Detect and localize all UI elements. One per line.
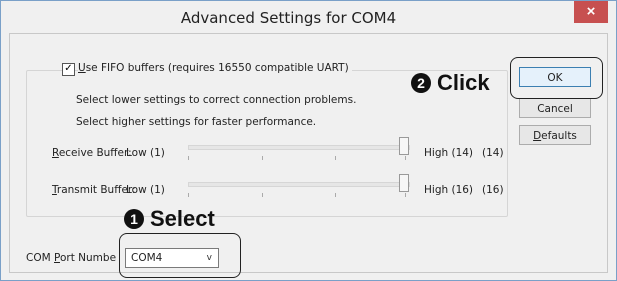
defaults-button[interactable]: Defaults bbox=[519, 125, 591, 145]
receive-tick bbox=[262, 156, 263, 160]
step-number-1: 1 bbox=[124, 209, 144, 229]
close-icon: × bbox=[586, 3, 596, 20]
receive-buffer-slider-thumb[interactable] bbox=[399, 137, 409, 155]
transmit-tick bbox=[405, 193, 406, 197]
window-title: Advanced Settings for COM4 bbox=[180, 9, 397, 27]
title-bar: Advanced Settings for COM4 × bbox=[1, 1, 616, 33]
hint-lower: Select lower settings to correct connect… bbox=[76, 94, 357, 106]
transmit-tick bbox=[335, 193, 336, 197]
receive-high-label: High (14) bbox=[424, 147, 474, 159]
close-button[interactable]: × bbox=[574, 1, 608, 23]
transmit-low-label: Low (1) bbox=[126, 184, 165, 196]
receive-value: (14) bbox=[482, 147, 504, 159]
receive-buffer-track[interactable] bbox=[188, 145, 410, 150]
receive-tick bbox=[335, 156, 336, 160]
transmit-value: (16) bbox=[482, 184, 504, 196]
step-number-2: 2 bbox=[411, 73, 431, 93]
transmit-high-label: High (16) bbox=[424, 184, 474, 196]
click-annotation: 2 Click bbox=[411, 70, 490, 96]
transmit-buffer-label: Transmit Buffer: bbox=[52, 184, 136, 196]
receive-buffer-label: Receive Buffer: bbox=[52, 147, 132, 159]
transmit-buffer-slider-thumb[interactable] bbox=[399, 174, 409, 192]
select-annotation: 1 Select bbox=[124, 206, 215, 232]
fifo-checkbox[interactable]: ✓ bbox=[62, 63, 75, 76]
com-port-number-label: COM Port Numbe bbox=[26, 252, 117, 264]
receive-low-label: Low (1) bbox=[126, 147, 165, 159]
click-callout-frame bbox=[510, 57, 603, 99]
hint-higher: Select higher settings for faster perfor… bbox=[76, 116, 317, 128]
select-callout-frame bbox=[119, 233, 241, 278]
receive-tick bbox=[405, 156, 406, 160]
cancel-button[interactable]: Cancel bbox=[519, 98, 591, 118]
checkmark-icon: ✓ bbox=[64, 63, 73, 74]
fifo-checkbox-label[interactable]: Use FIFO buffers (requires 16550 compati… bbox=[78, 62, 352, 74]
transmit-tick bbox=[262, 193, 263, 197]
transmit-tick bbox=[188, 193, 189, 197]
receive-tick bbox=[188, 156, 189, 160]
transmit-buffer-track[interactable] bbox=[188, 182, 410, 187]
